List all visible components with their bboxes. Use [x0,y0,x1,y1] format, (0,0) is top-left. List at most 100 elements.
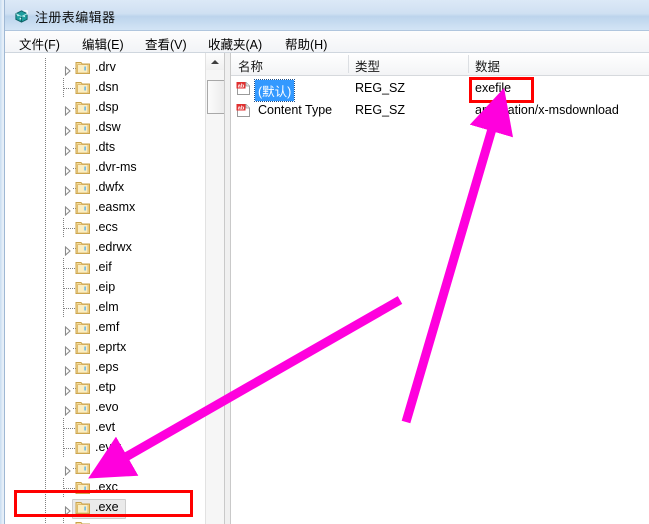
expand-toggle[interactable] [63,63,72,73]
expand-toggle[interactable] [63,163,72,173]
expand-arrow-icon[interactable] [63,246,72,256]
tree-item-dsp[interactable]: .dsp [5,98,205,118]
folder-icon [75,321,91,335]
tree-item-label: .eip [95,280,115,294]
list-header: 名称 类型 数据 [231,53,649,76]
tree-item-ex_[interactable]: .ex_ [5,458,205,478]
value-name[interactable]: (默认) [255,80,294,101]
expand-arrow-icon[interactable] [63,366,72,376]
tree-item-label: .evo [95,400,119,414]
expand-toggle[interactable] [63,123,72,133]
tree-item-dwfx[interactable]: .dwfx [5,178,205,198]
tree-item-evtx[interactable]: .evtx [5,438,205,458]
value-type: REG_SZ [355,103,405,117]
tree-item-label: .dwfx [95,180,124,194]
expand-toggle[interactable] [63,383,72,393]
expand-arrow-icon[interactable] [63,146,72,156]
expand-arrow-icon[interactable] [63,126,72,136]
column-header-type[interactable]: 类型 [355,56,380,75]
tree-item-exc[interactable]: .exc [5,478,205,498]
column-divider-1[interactable] [348,55,349,73]
folder-icon [75,301,91,315]
tree-item-emf[interactable]: .emf [5,318,205,338]
menu-file[interactable]: 文件(F) [17,34,62,53]
tree-item-eps[interactable]: .eps [5,358,205,378]
column-divider-2[interactable] [468,55,469,73]
registry-key-tree[interactable]: .drv.dsn.dsp.dsw.dts.dvr-ms.dwfx.easmx.e… [5,53,205,524]
registry-values-list[interactable]: 名称 类型 数据 ab(默认)REG_SZexefileab Content Ty… [231,53,649,524]
expand-arrow-icon[interactable] [63,106,72,116]
value-row[interactable]: ab(默认)REG_SZexefile [231,79,649,98]
folder-icon [75,261,91,275]
tree-item-dsw[interactable]: .dsw [5,118,205,138]
registry-editor-icon [14,9,29,24]
menu-help[interactable]: 帮助(H) [283,34,329,53]
expand-toggle[interactable] [63,323,72,333]
scroll-up-arrow-icon[interactable] [206,53,224,70]
tree-item-exe[interactable]: .exe [5,498,205,518]
tree-item-easmx[interactable]: .easmx [5,198,205,218]
expand-arrow-icon[interactable] [63,186,72,196]
tree-item-label: .dsp [95,100,119,114]
value-data[interactable]: exefile [475,81,511,95]
tree-item-etp[interactable]: .etp [5,378,205,398]
tree-item-evo[interactable]: .evo [5,398,205,418]
expand-toggle[interactable] [63,183,72,193]
svg-text:ab: ab [238,105,245,111]
expand-arrow-icon[interactable] [63,406,72,416]
tree-item-label: .etp [95,380,116,394]
tree-item-dvr-ms[interactable]: .dvr-ms [5,158,205,178]
expand-arrow-icon[interactable] [63,386,72,396]
folder-icon [75,101,91,115]
tree-item-eif[interactable]: .eif [5,258,205,278]
column-header-name[interactable]: 名称 [238,56,263,75]
tree-item-ecs[interactable]: .ecs [5,218,205,238]
value-name[interactable]: Content Type [255,102,335,118]
expand-toggle[interactable] [63,463,72,473]
folder-icon [75,401,91,415]
value-data[interactable]: application/x-msdownload [475,103,619,117]
expand-toggle[interactable] [63,203,72,213]
tree-item-label: .exc [95,480,118,494]
tree-item-eprtx[interactable]: .eprtx [5,338,205,358]
expand-arrow-icon[interactable] [63,346,72,356]
tree-item-label: .evt [95,420,115,434]
expand-toggle[interactable] [63,143,72,153]
expand-toggle[interactable] [63,403,72,413]
menu-view[interactable]: 查看(V) [143,34,189,53]
expand-toggle[interactable] [63,503,72,513]
folder-icon [75,241,91,255]
expand-arrow-icon[interactable] [63,206,72,216]
folder-icon [75,141,91,155]
tree-item-dsn[interactable]: .dsn [5,78,205,98]
scrollbar-thumb[interactable] [207,80,225,114]
expand-arrow-icon[interactable] [63,166,72,176]
tree-guide-connector [64,488,75,489]
expand-toggle[interactable] [63,363,72,373]
tree-vertical-scrollbar[interactable] [205,53,224,524]
expand-arrow-icon[interactable] [63,506,72,516]
tree-guide-line [45,178,46,198]
tree-item-label: .elm [95,300,119,314]
expand-toggle[interactable] [63,103,72,113]
tree-item-eip[interactable]: .eip [5,278,205,298]
folder-icon [75,361,91,375]
string-value-icon: ab [236,103,251,118]
tree-item-dts[interactable]: .dts [5,138,205,158]
column-header-data[interactable]: 数据 [475,56,500,75]
menu-bar: 文件(F) 编辑(E) 查看(V) 收藏夹(A) 帮助(H) [5,31,649,53]
expand-toggle[interactable] [63,243,72,253]
tree-guide-line [45,318,46,338]
expand-arrow-icon[interactable] [63,326,72,336]
menu-favorites[interactable]: 收藏夹(A) [206,34,264,53]
expand-arrow-icon[interactable] [63,66,72,76]
tree-item-edrwx[interactable]: .edrwx [5,238,205,258]
value-row[interactable]: ab Content Type REG_SZ application/x-msdown… [231,101,649,120]
tree-item-evt[interactable]: .evt [5,418,205,438]
tree-item-drv[interactable]: .drv [5,58,205,78]
tree-item-partial[interactable] [5,518,205,524]
expand-toggle[interactable] [63,343,72,353]
expand-arrow-icon[interactable] [63,466,72,476]
tree-item-elm[interactable]: .elm [5,298,205,318]
menu-edit[interactable]: 编辑(E) [80,34,126,53]
